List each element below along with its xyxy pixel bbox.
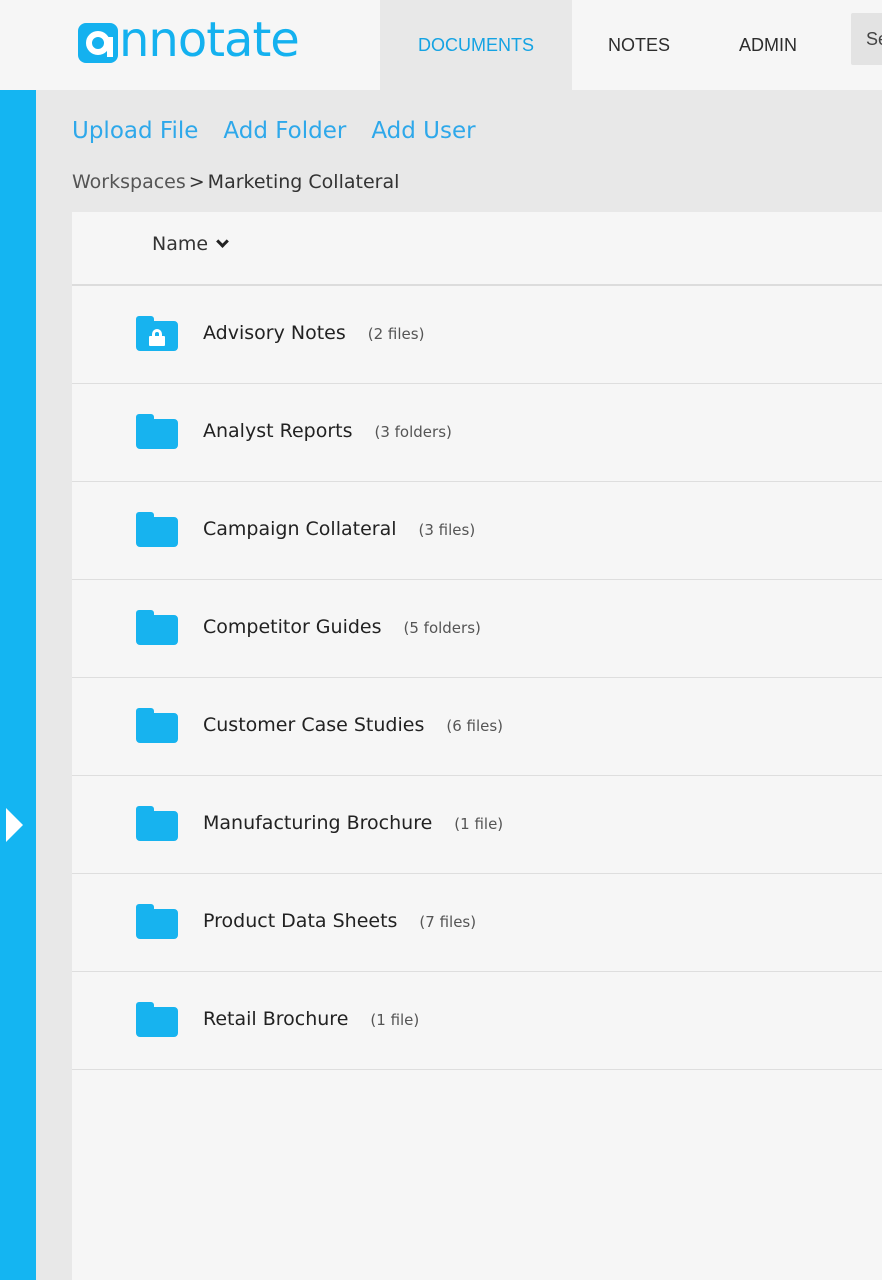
folder-name[interactable]: Analyst Reports (3 folders) bbox=[203, 420, 452, 442]
nav-documents[interactable]: DOCUMENTS bbox=[380, 0, 572, 90]
add-user-link[interactable]: Add User bbox=[371, 118, 475, 144]
folder-icon bbox=[136, 904, 178, 940]
add-folder-link[interactable]: Add Folder bbox=[223, 118, 346, 144]
folder-row[interactable]: Analyst Reports (3 folders) bbox=[72, 384, 882, 482]
folder-row[interactable]: Customer Case Studies (6 files) bbox=[72, 678, 882, 776]
folder-row[interactable]: Retail Brochure (1 file) bbox=[72, 972, 882, 1070]
annotate-logo[interactable]: nnotate bbox=[78, 12, 300, 68]
breadcrumb-workspaces[interactable]: Workspaces bbox=[72, 171, 186, 193]
folder-name[interactable]: Campaign Collateral (3 files) bbox=[203, 518, 475, 540]
folder-name[interactable]: Manufacturing Brochure (1 file) bbox=[203, 812, 503, 834]
upload-file-link[interactable]: Upload File bbox=[72, 118, 198, 144]
folder-icon bbox=[136, 806, 178, 842]
folder-row[interactable]: Manufacturing Brochure (1 file) bbox=[72, 776, 882, 874]
folder-row[interactable]: Advisory Notes (2 files) bbox=[72, 286, 882, 384]
search-input[interactable]: Se bbox=[851, 13, 882, 65]
folder-icon bbox=[136, 610, 178, 646]
folder-count: (1 file) bbox=[370, 1011, 420, 1029]
folder-name[interactable]: Product Data Sheets (7 files) bbox=[203, 910, 476, 932]
folder-count: (2 files) bbox=[367, 325, 425, 343]
nav-notes[interactable]: NOTES bbox=[572, 0, 706, 90]
logo-a-mark-icon bbox=[78, 23, 118, 63]
folder-icon bbox=[136, 414, 178, 450]
folder-row[interactable]: Competitor Guides (5 folders) bbox=[72, 580, 882, 678]
folder-count: (7 files) bbox=[419, 913, 477, 931]
folder-count: (5 folders) bbox=[403, 619, 481, 637]
folder-count: (3 files) bbox=[418, 521, 476, 539]
breadcrumb-current: Marketing Collateral bbox=[207, 171, 400, 193]
left-sidebar-rail bbox=[0, 90, 36, 1280]
main-nav: DOCUMENTS NOTES ADMIN bbox=[380, 0, 836, 90]
folder-icon bbox=[136, 512, 178, 548]
chevron-down-icon bbox=[216, 234, 229, 248]
top-bar: nnotate DOCUMENTS NOTES ADMIN Se bbox=[0, 0, 882, 90]
folder-name[interactable]: Advisory Notes (2 files) bbox=[203, 322, 424, 344]
folder-icon bbox=[136, 708, 178, 744]
locked-folder-icon bbox=[136, 316, 178, 352]
expand-arrow-icon[interactable] bbox=[6, 808, 23, 842]
folder-icon bbox=[136, 1002, 178, 1038]
table-header: Name bbox=[72, 212, 882, 286]
nav-admin[interactable]: ADMIN bbox=[706, 0, 836, 90]
documents-panel: Name Advisory Notes (2 files) Analyst Rep… bbox=[72, 212, 882, 1280]
sort-by-name-button[interactable]: Name bbox=[152, 233, 229, 255]
breadcrumb: Workspaces > Marketing Collateral bbox=[72, 171, 399, 193]
folder-name[interactable]: Customer Case Studies (6 files) bbox=[203, 714, 503, 736]
action-links: Upload File Add Folder Add User bbox=[72, 118, 476, 144]
lock-icon bbox=[149, 329, 165, 346]
folder-row[interactable]: Product Data Sheets (7 files) bbox=[72, 874, 882, 972]
sort-label: Name bbox=[152, 233, 209, 255]
breadcrumb-separator: > bbox=[188, 171, 205, 193]
folder-row[interactable]: Campaign Collateral (3 files) bbox=[72, 482, 882, 580]
folder-name[interactable]: Retail Brochure (1 file) bbox=[203, 1008, 419, 1030]
folder-count: (6 files) bbox=[446, 717, 504, 735]
folder-count: (1 file) bbox=[454, 815, 504, 833]
folder-count: (3 folders) bbox=[374, 423, 452, 441]
logo-text: nnotate bbox=[119, 12, 300, 68]
folder-name[interactable]: Competitor Guides (5 folders) bbox=[203, 616, 481, 638]
